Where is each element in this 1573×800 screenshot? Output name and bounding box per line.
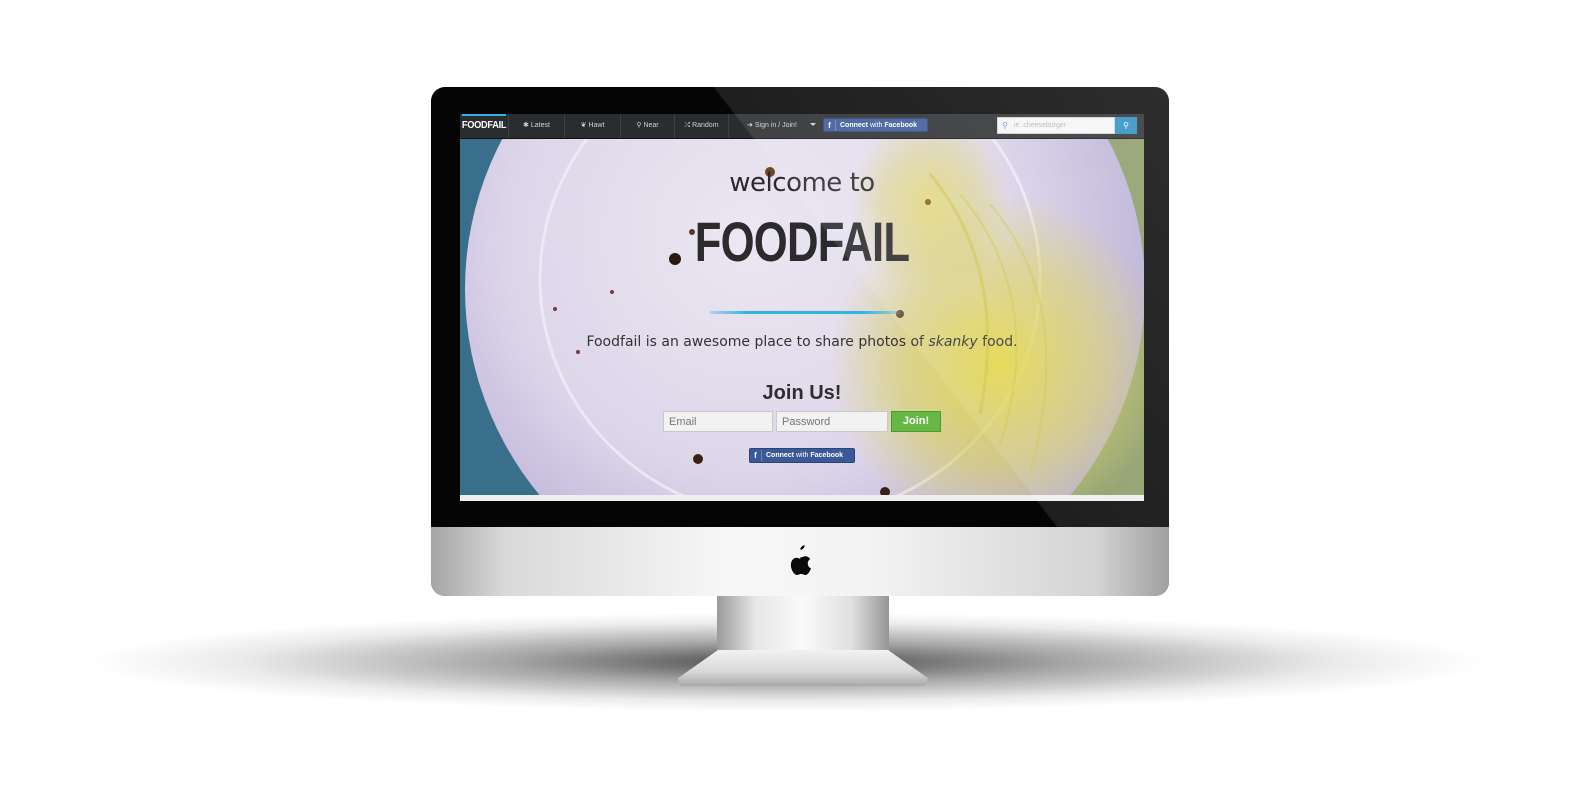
nav-sign-in[interactable]: ➜ Sign in / Join! (728, 114, 820, 138)
facebook-connect-button[interactable]: f Connect with Facebook (749, 448, 855, 463)
tagline-emphasis: skanky (928, 334, 978, 350)
nav-latest-label: Latest (530, 122, 550, 129)
fb-connect-text: Connect (840, 121, 868, 129)
tagline-start: Foodfail is an awesome place to share ph… (586, 334, 924, 350)
search-field-icon: ⚲ (1002, 121, 1008, 130)
search-icon: ⚲ (1123, 121, 1129, 130)
apple-logo-icon (790, 545, 811, 575)
facebook-icon: f (824, 119, 836, 131)
brand-logo[interactable]: FOODFAIL (461, 114, 506, 138)
random-icon: ⤮ (684, 122, 691, 129)
search-input[interactable]: ⚲ ie. cheeseburger (997, 117, 1115, 134)
page-title: FOODFAIL (694, 210, 910, 273)
monitor-chin (431, 527, 1169, 596)
facebook-icon: f (750, 450, 762, 461)
fb-connect-text: Connect (766, 452, 794, 459)
join-heading: Join Us! (762, 382, 842, 404)
fb-with-text: with (869, 121, 883, 129)
fb-facebook-text: Facebook (810, 452, 844, 459)
map-marker-icon: ⚲ (636, 122, 642, 129)
nav-random[interactable]: ⤮ Random (674, 114, 728, 138)
tagline-end: food. (982, 334, 1018, 350)
nav-latest[interactable]: ✱ Latest (508, 114, 564, 138)
welcome-heading: welcome to (729, 168, 875, 198)
monitor-stand-neck (717, 594, 889, 656)
email-field[interactable] (663, 411, 773, 432)
nav-hawt-label: Hawt (588, 122, 605, 129)
fb-with-text: with (795, 452, 809, 459)
website-screen: FOODFAIL ✱ Latest ❦ Hawt ⚲ Near ⤮ Random ➜ Si… (460, 114, 1144, 501)
search-button[interactable]: ⚲ (1115, 117, 1137, 134)
nav-near[interactable]: ⚲ Near (620, 114, 674, 138)
password-field[interactable] (776, 411, 888, 432)
search-placeholder: ie. cheeseburger (1014, 122, 1067, 129)
navbar-facebook-connect-button[interactable]: f Connect with Facebook (823, 118, 928, 132)
nav-hawt[interactable]: ❦ Hawt (564, 114, 620, 138)
fire-icon: ❦ (580, 122, 587, 129)
fb-facebook-text: Facebook (884, 121, 918, 129)
tagline: Foodfail is an awesome place to share ph… (460, 334, 1144, 350)
asterisk-icon: ✱ (523, 122, 529, 129)
chevron-down-icon[interactable] (810, 123, 816, 126)
join-button[interactable]: Join! (891, 411, 941, 432)
nav-random-label: Random (692, 122, 719, 129)
nav-near-label: Near (643, 122, 659, 129)
page-bottom-strip (460, 495, 1144, 501)
navbar: FOODFAIL ✱ Latest ❦ Hawt ⚲ Near ⤮ Random ➜ Si… (460, 114, 1144, 139)
accent-divider (710, 311, 900, 314)
imac-monitor: FOODFAIL ✱ Latest ❦ Hawt ⚲ Near ⤮ Random ➜ Si… (431, 87, 1169, 596)
nav-sign-in-label: Sign in / Join! (754, 122, 797, 129)
monitor-stand-foot (678, 650, 928, 686)
sign-in-icon: ➜ (747, 122, 753, 129)
